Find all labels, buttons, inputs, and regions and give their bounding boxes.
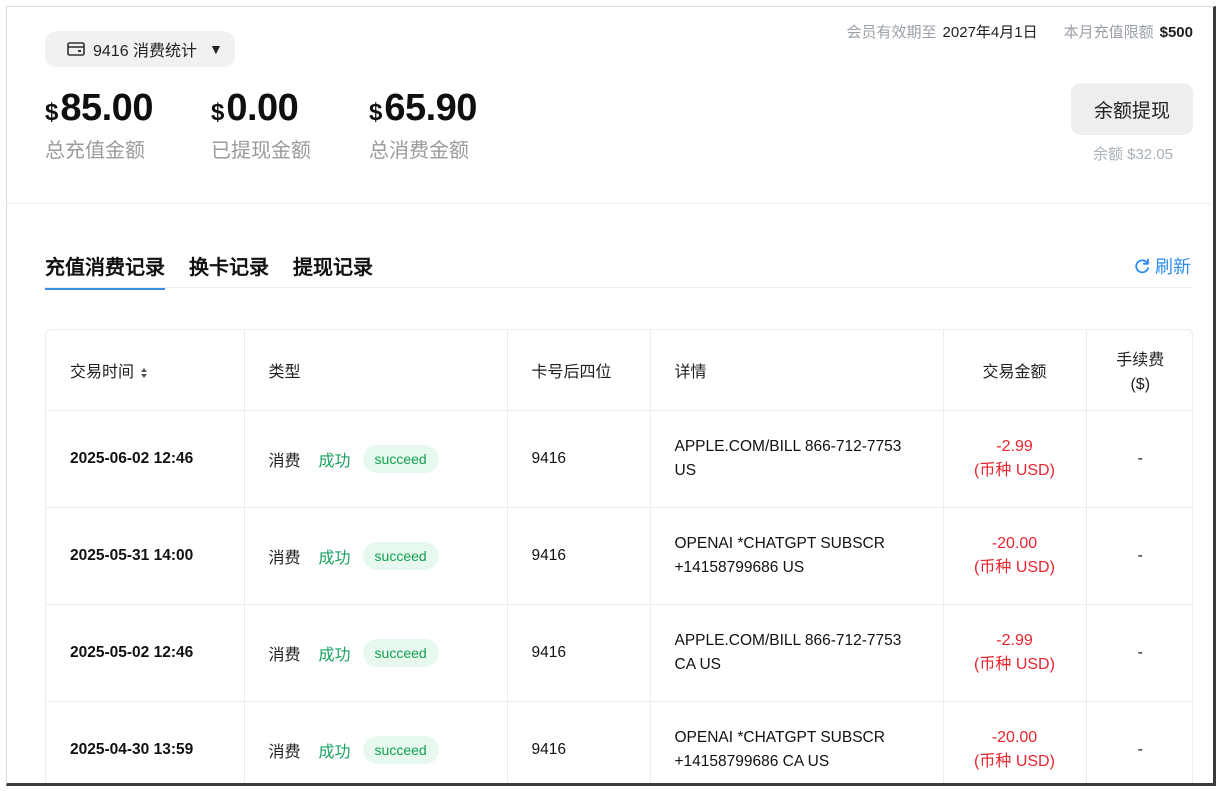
table-row: 2025-06-02 12:46 消费 成功 succeed 9416 APPL… bbox=[46, 410, 1192, 508]
status-text: 成功 bbox=[318, 743, 351, 761]
cell-card-last4: 9416 bbox=[507, 701, 651, 783]
column-header-type: 类型 bbox=[244, 330, 508, 411]
monthly-limit-label: 本月充值限额 bbox=[1063, 24, 1154, 41]
column-header-amount: 交易金额 bbox=[943, 330, 1087, 411]
column-header-fee: 手续费 ($) bbox=[1086, 330, 1192, 411]
currency-symbol: $ bbox=[368, 99, 383, 126]
table-row: 2025-04-30 13:59 消费 成功 succeed 9416 OPEN… bbox=[46, 701, 1192, 783]
refresh-label: 刷新 bbox=[1155, 257, 1191, 277]
refresh-button[interactable]: 刷新 bbox=[1133, 253, 1191, 279]
type-text: 消费 bbox=[268, 452, 301, 470]
tab-recharge-consumption[interactable]: 充值消费记录 bbox=[45, 251, 165, 290]
wallet-icon bbox=[67, 42, 85, 56]
stat-label: 已提现金额 bbox=[210, 140, 311, 162]
cell-card-last4: 9416 bbox=[507, 604, 651, 702]
status-text: 成功 bbox=[318, 549, 351, 567]
monthly-limit-value: $500 bbox=[1159, 24, 1193, 41]
refresh-icon bbox=[1135, 258, 1149, 274]
balance-text: 余额 $32.05 bbox=[1092, 146, 1173, 163]
stat-label: 总充值金额 bbox=[45, 140, 145, 162]
cell-amount: -20.00 (币种 USD) bbox=[943, 507, 1087, 605]
cell-fee: - bbox=[1086, 604, 1192, 702]
stat-value: 65.90 bbox=[384, 87, 477, 129]
stat-total-recharge: $ 85.00 总充值金额 bbox=[45, 87, 153, 163]
withdraw-balance-button[interactable]: 余额提现 bbox=[1071, 83, 1193, 135]
cell-type: 消费 成功 succeed bbox=[244, 604, 508, 702]
status-badge: succeed bbox=[362, 541, 439, 570]
stat-total-spent: $ 65.90 总消费金额 bbox=[369, 87, 477, 163]
status-text: 成功 bbox=[318, 452, 351, 470]
cell-detail: OPENAI *CHATGPT SUBSCR +14158799686 CA US bbox=[650, 701, 944, 783]
status-badge: succeed bbox=[362, 444, 439, 473]
table-header-row: 交易时间 类型 卡号后四位 详情 交易金额 手续费 ($) bbox=[46, 330, 1192, 411]
app-window: 9416 消费统计 ▼ 会员有效期至 2027年4月1日 本月充值限额 $500… bbox=[6, 6, 1216, 786]
caret-down-icon: ▼ bbox=[209, 41, 223, 57]
currency-symbol: $ bbox=[45, 99, 59, 126]
cell-time: 2025-04-30 13:59 bbox=[46, 701, 245, 783]
stat-value: 85.00 bbox=[60, 87, 153, 129]
cell-card-last4: 9416 bbox=[507, 410, 651, 508]
tab-withdrawal[interactable]: 提现记录 bbox=[293, 251, 373, 290]
transactions-table: 交易时间 类型 卡号后四位 详情 交易金额 手续费 ($) 2025-06-02… bbox=[45, 329, 1193, 783]
cell-fee: - bbox=[1086, 410, 1192, 508]
currency-symbol: $ bbox=[210, 99, 225, 126]
cell-amount: -2.99 (币种 USD) bbox=[943, 604, 1087, 702]
status-badge: succeed bbox=[362, 638, 439, 667]
cell-detail: APPLE.COM/BILL 866-712-7753 CA US bbox=[650, 604, 944, 702]
tab-card-change[interactable]: 换卡记录 bbox=[189, 251, 269, 290]
type-text: 消费 bbox=[268, 743, 301, 761]
tabs-underline bbox=[45, 287, 1193, 288]
column-header-card: 卡号后四位 bbox=[507, 330, 651, 411]
cell-time: 2025-06-02 12:46 bbox=[46, 410, 245, 508]
cell-card-last4: 9416 bbox=[507, 507, 651, 605]
section-divider bbox=[7, 203, 1213, 204]
column-header-time[interactable]: 交易时间 bbox=[46, 330, 245, 411]
status-text: 成功 bbox=[318, 646, 351, 664]
record-tabs: 充值消费记录 换卡记录 提现记录 bbox=[45, 251, 373, 290]
cell-type: 消费 成功 succeed bbox=[244, 701, 508, 783]
table-row: 2025-05-31 14:00 消费 成功 succeed 9416 OPEN… bbox=[46, 507, 1192, 605]
cell-detail: OPENAI *CHATGPT SUBSCR +14158799686 US bbox=[650, 507, 944, 605]
type-text: 消费 bbox=[268, 549, 301, 567]
cell-amount: -20.00 (币种 USD) bbox=[943, 701, 1087, 783]
cell-time: 2025-05-31 14:00 bbox=[46, 507, 245, 605]
member-expiry-value: 2027年4月1日 bbox=[942, 24, 1038, 41]
cell-detail: APPLE.COM/BILL 866-712-7753 US bbox=[650, 410, 944, 508]
card-selector-label: 9416 消费统计 bbox=[93, 43, 198, 60]
status-badge: succeed bbox=[362, 735, 439, 764]
stat-value: 0.00 bbox=[226, 87, 299, 129]
stat-total-withdrawn: $ 0.00 已提现金额 bbox=[211, 87, 311, 163]
table-row: 2025-05-02 12:46 消费 成功 succeed 9416 APPL… bbox=[46, 604, 1192, 702]
cell-time: 2025-05-02 12:46 bbox=[46, 604, 245, 702]
cell-type: 消费 成功 succeed bbox=[244, 507, 508, 605]
member-info: 会员有效期至 2027年4月1日 本月充值限额 $500 bbox=[847, 21, 1193, 42]
stat-label: 总消费金额 bbox=[368, 140, 469, 162]
cell-type: 消费 成功 succeed bbox=[244, 410, 508, 508]
cell-fee: - bbox=[1086, 701, 1192, 783]
sort-icon[interactable] bbox=[140, 367, 148, 379]
stats-summary: $ 85.00 总充值金额 $ 0.00 已提现金额 $ 65.90 总消费金额 bbox=[45, 87, 535, 163]
member-expiry-label: 会员有效期至 bbox=[846, 24, 937, 41]
card-selector-dropdown[interactable]: 9416 消费统计 ▼ bbox=[45, 31, 235, 67]
column-header-detail: 详情 bbox=[650, 330, 944, 411]
cell-amount: -2.99 (币种 USD) bbox=[943, 410, 1087, 508]
type-text: 消费 bbox=[268, 646, 301, 664]
cell-fee: - bbox=[1086, 507, 1192, 605]
